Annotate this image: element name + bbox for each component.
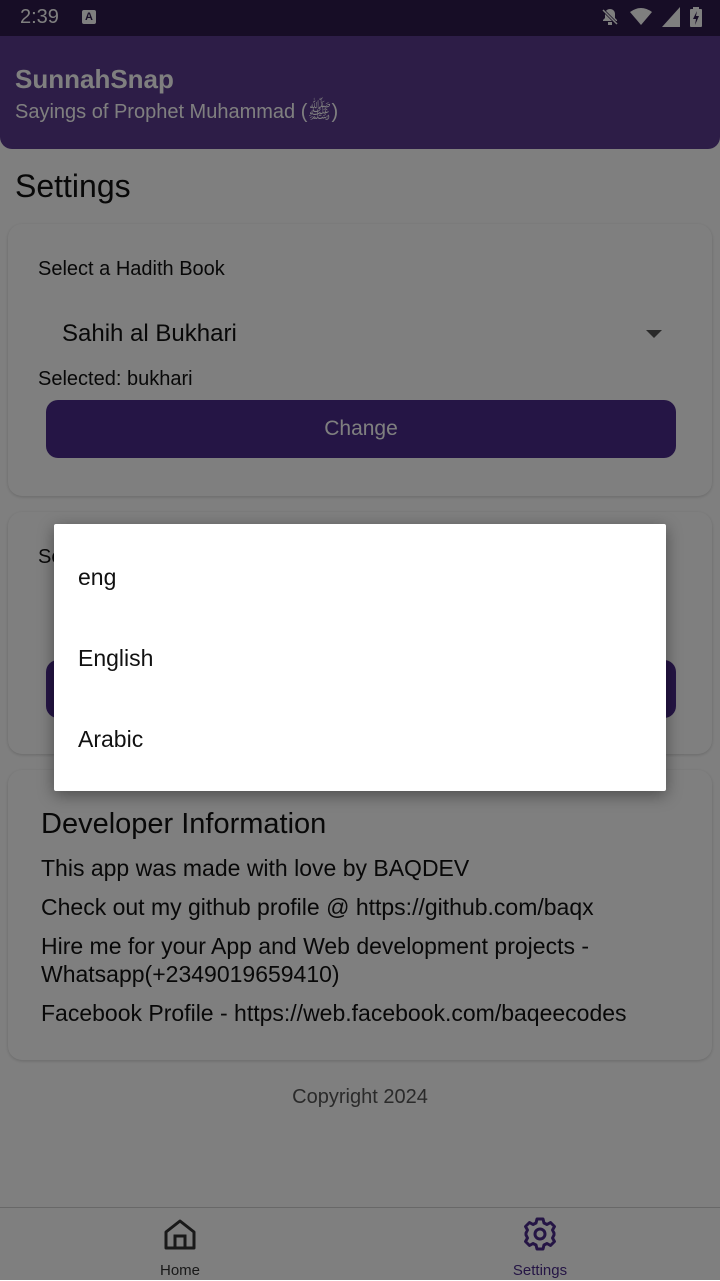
menu-item-label: Arabic [78,726,144,752]
language-dropdown-menu: eng English Arabic [54,524,666,791]
menu-item-label: English [78,645,154,671]
menu-item-english[interactable]: English [54,619,666,700]
menu-item-eng[interactable]: eng [54,538,666,619]
menu-item-label: eng [78,564,117,590]
menu-item-arabic[interactable]: Arabic [54,700,666,781]
